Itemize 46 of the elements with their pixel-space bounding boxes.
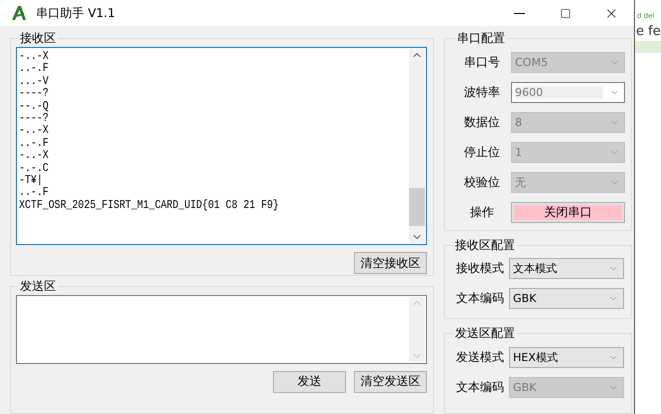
received-line: -..-X xyxy=(19,50,50,62)
field-label: 校验位 xyxy=(463,174,501,190)
received-line: -..-X xyxy=(19,124,50,137)
group-title: 发送区配置 xyxy=(454,325,516,342)
field-label: 文本编码 xyxy=(455,290,505,308)
received-line: -..-X xyxy=(19,149,50,162)
maximize-icon xyxy=(560,8,570,18)
group-title: 发送区 xyxy=(19,278,57,295)
dropdown[interactable]: GBK xyxy=(509,288,624,310)
receive-text-area[interactable]: -..-X ..-.F ...-V ----? --.-Q ----? -..-X ..-.F -..-X -.-.C -T¥| ..-.F XCTF_OSR_2025_FISRT_M1_CARD_UID{01 C8 21 F9} xyxy=(16,47,427,245)
send-text-area[interactable] xyxy=(16,294,427,364)
received-line: ...-V xyxy=(19,74,50,88)
send-button[interactable]: 发送 xyxy=(273,370,346,393)
clear-send-button[interactable]: 清空发送区 xyxy=(354,370,427,393)
field-label: 停止位 xyxy=(463,144,501,160)
background-text: e fe xyxy=(636,24,661,39)
dropdown[interactable]: HEX模式 xyxy=(509,346,624,368)
clear-receive-button[interactable]: 清空接收区 xyxy=(354,252,427,274)
field-label: 操作 xyxy=(469,204,495,220)
field-label: 数据位 xyxy=(463,114,501,130)
dropdown[interactable]: 9600 xyxy=(511,82,625,102)
field-label: 波特率 xyxy=(463,84,501,100)
field-label: 接收模式 xyxy=(455,260,505,278)
minimize-icon xyxy=(514,12,524,14)
field-label: 文本编码 xyxy=(455,378,505,396)
window-title: 串口助手 V1.1 xyxy=(36,4,116,22)
field-label: 串口号 xyxy=(463,54,501,70)
received-line: ----? xyxy=(19,112,50,124)
received-line: -.-.C xyxy=(19,162,50,174)
field-label: 发送模式 xyxy=(455,348,505,366)
scroll-thumb[interactable] xyxy=(409,188,425,226)
scrollbar[interactable] xyxy=(409,49,425,243)
app-logo-icon xyxy=(10,5,28,21)
group-title: 接收区配置 xyxy=(454,236,516,254)
received-line: --.-Q xyxy=(19,100,50,112)
group-title: 接收区 xyxy=(19,30,57,47)
received-line: ..-.F xyxy=(19,186,49,199)
received-line: -T¥| xyxy=(19,174,43,186)
dropdown[interactable]: 文本模式 xyxy=(509,258,624,280)
background-band xyxy=(635,41,661,53)
close-port-button[interactable]: 关闭串口 xyxy=(511,202,625,222)
received-line: XCTF_OSR_2025_FISRT_M1_CARD_UID{01 C8 21 F9} xyxy=(19,198,280,212)
received-line: ----? xyxy=(19,87,50,100)
received-line: ..-.F xyxy=(19,136,50,150)
received-line: ..-.F xyxy=(19,62,50,75)
group-title: 串口配置 xyxy=(456,30,506,47)
